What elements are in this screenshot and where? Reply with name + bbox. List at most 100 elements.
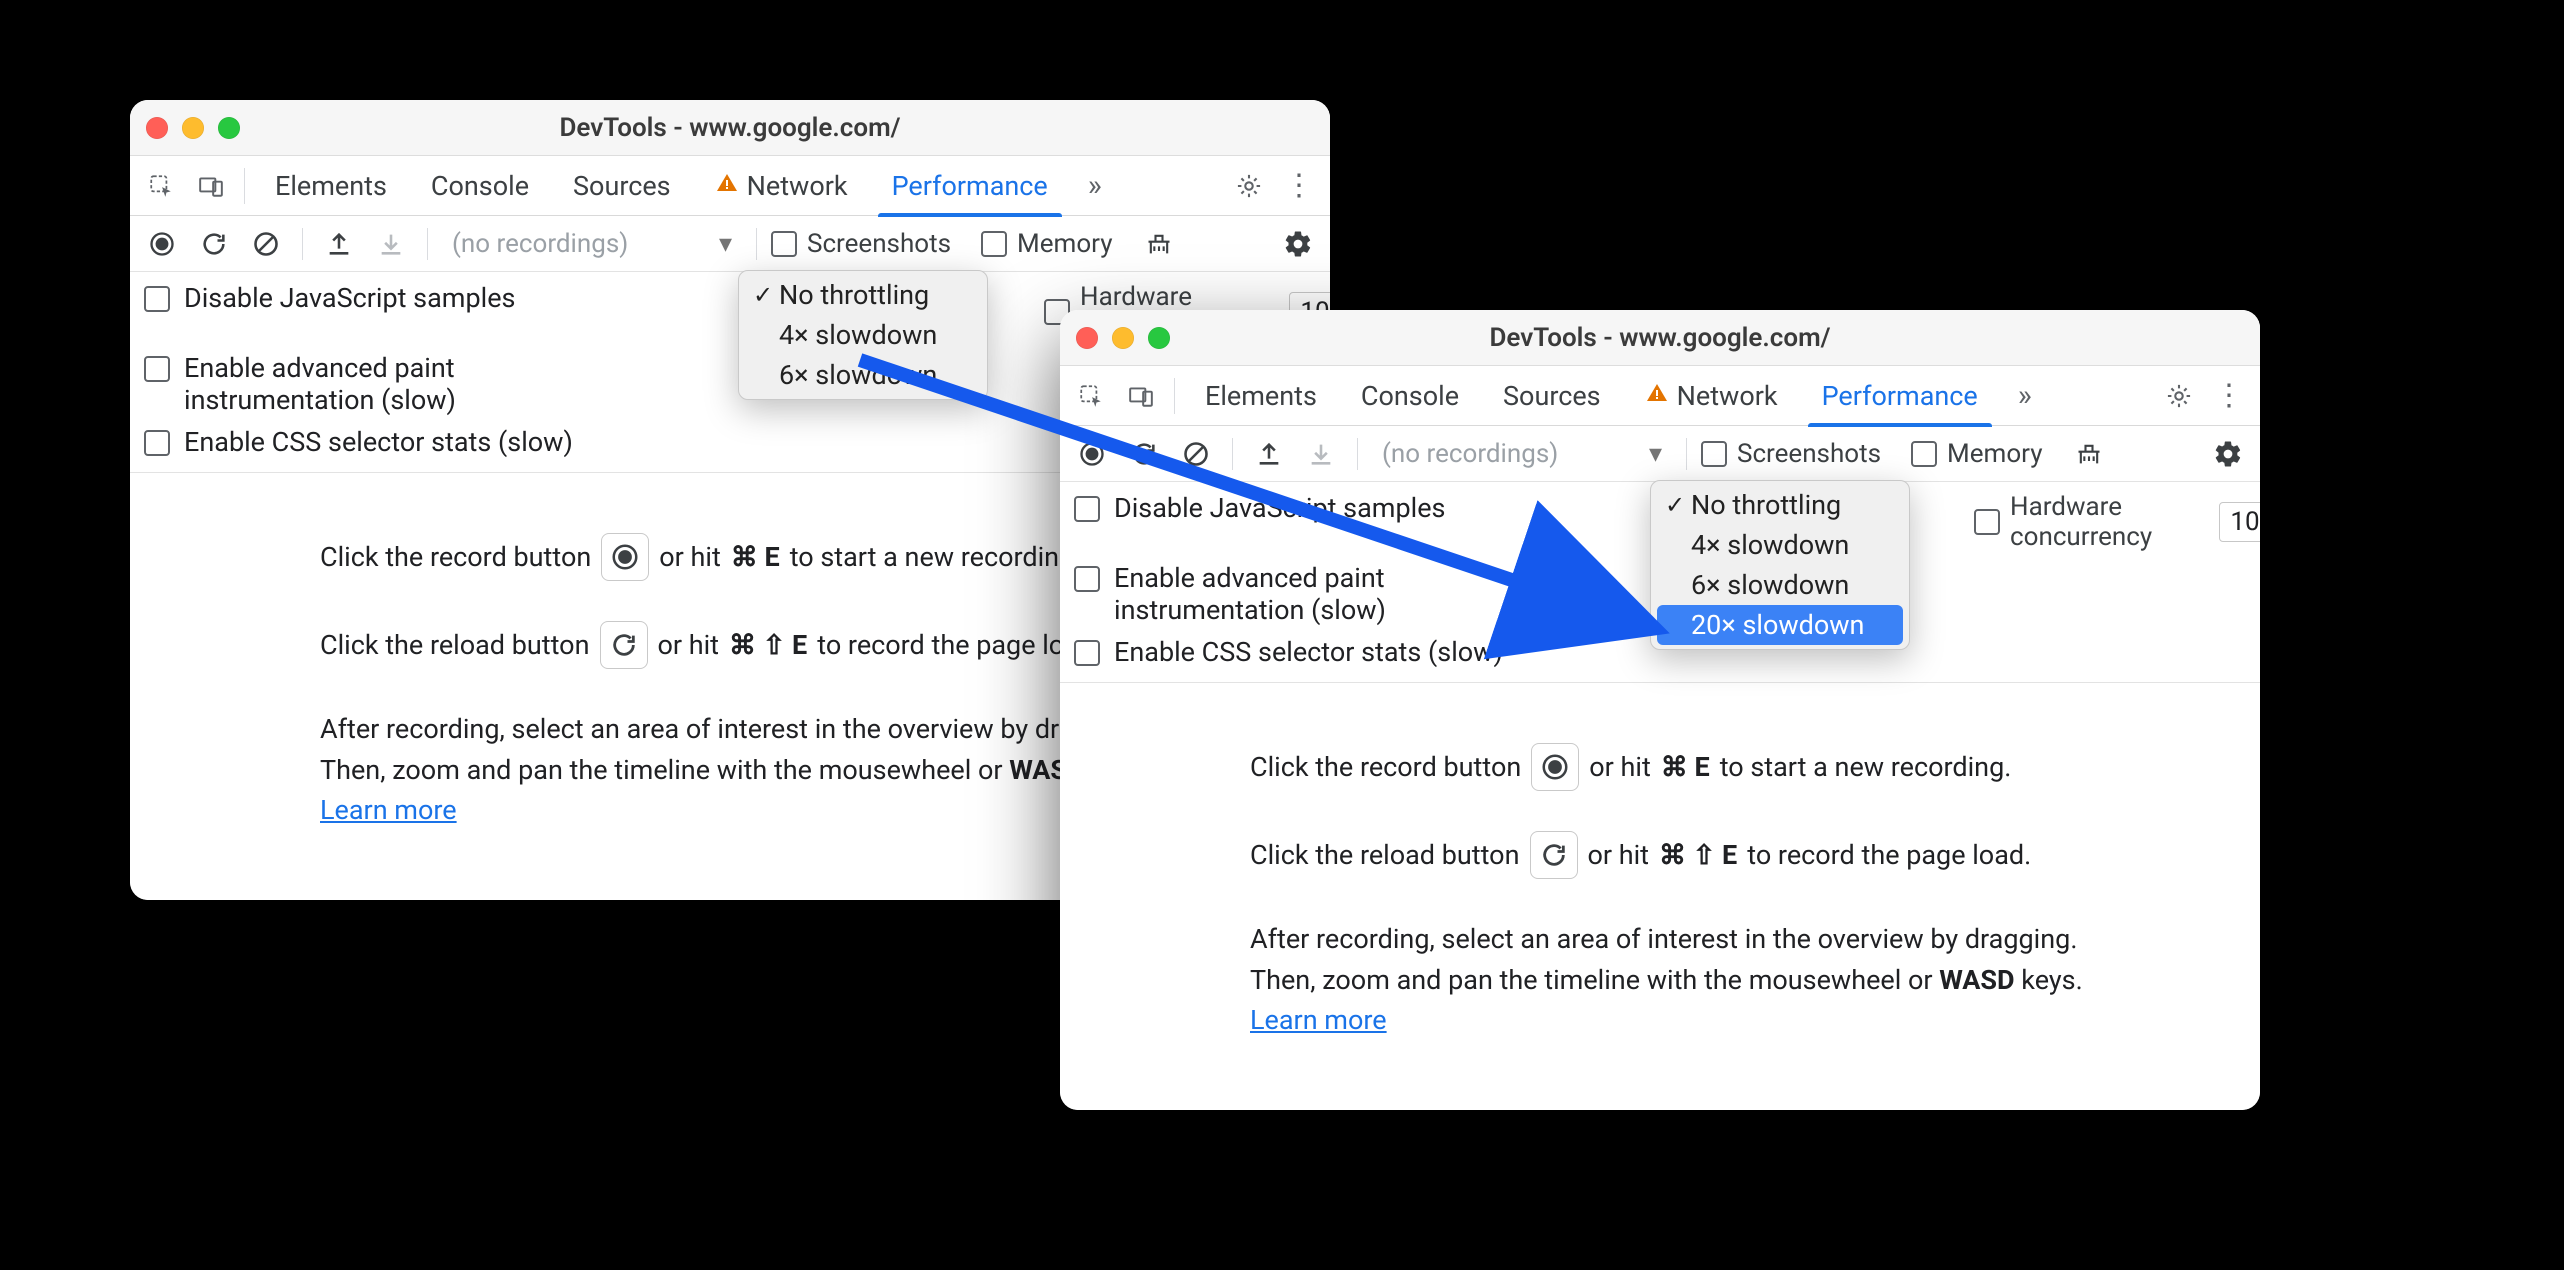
setting-label: Disable JavaScript samples xyxy=(1114,492,1445,524)
clear-button[interactable] xyxy=(244,222,288,266)
menu-item-6x[interactable]: 6× slowdown xyxy=(1651,565,1909,605)
kebab-menu-icon[interactable]: ⋮ xyxy=(2204,371,2254,421)
setting-label: Enable advanced paint instrumentation (s… xyxy=(1114,562,1474,626)
advanced-paint-checkbox[interactable]: Enable advanced paint instrumentation (s… xyxy=(1074,562,1554,626)
inspect-element-icon[interactable] xyxy=(136,161,186,211)
tab-performance[interactable]: Performance xyxy=(870,156,1070,216)
tab-sources[interactable]: Sources xyxy=(1481,366,1623,426)
settings-icon[interactable] xyxy=(1224,161,1274,211)
learn-more-link[interactable]: Learn more xyxy=(320,794,457,826)
memory-checkbox[interactable]: Memory xyxy=(981,229,1112,259)
titlebar[interactable]: DevTools - www.google.com/ xyxy=(130,100,1330,156)
capture-settings-icon[interactable] xyxy=(2206,432,2250,476)
devtools-window-after: DevTools - www.google.com/ Elements Cons… xyxy=(1060,310,2260,1110)
menu-item-4x[interactable]: 4× slowdown xyxy=(739,315,987,355)
zoom-window-button[interactable] xyxy=(1148,327,1170,349)
zoom-window-button[interactable] xyxy=(218,117,240,139)
screenshots-checkbox[interactable]: Screenshots xyxy=(1701,439,1881,469)
record-icon[interactable] xyxy=(601,533,649,581)
record-button[interactable] xyxy=(1070,432,1114,476)
tab-network[interactable]: Network xyxy=(1623,366,1800,426)
css-stats-checkbox[interactable]: Enable CSS selector stats (slow) xyxy=(144,426,624,458)
hw-value: 10 xyxy=(2230,507,2259,537)
hint-paragraph: After recording, select an area of inter… xyxy=(1250,919,2220,1041)
divider xyxy=(1174,378,1175,414)
hw-label: Hardware concurrency xyxy=(2010,492,2205,552)
advanced-paint-checkbox[interactable]: Enable advanced paint instrumentation (s… xyxy=(144,352,624,416)
upload-icon[interactable] xyxy=(1247,432,1291,476)
screenshots-checkbox[interactable]: Screenshots xyxy=(771,229,951,259)
reload-icon[interactable] xyxy=(1530,831,1578,879)
tab-network[interactable]: Network xyxy=(693,156,870,216)
close-window-button[interactable] xyxy=(1076,327,1098,349)
upload-icon[interactable] xyxy=(317,222,361,266)
devtools-tabstrip: Elements Console Sources Network Perform… xyxy=(1060,366,2260,426)
capture-settings-icon[interactable] xyxy=(1276,222,1320,266)
device-toolbar-icon[interactable] xyxy=(1116,371,1166,421)
hw-concurrency-input[interactable]: 10 xyxy=(2219,502,2260,542)
minimize-window-button[interactable] xyxy=(1112,327,1134,349)
performance-empty-state: Click the record button or hit ⌘ E to st… xyxy=(1060,683,2260,1081)
clear-button[interactable] xyxy=(1174,432,1218,476)
hint-text: Click the record button xyxy=(1250,747,1521,788)
tab-label: Sources xyxy=(573,170,671,202)
chevron-down-icon: ▾ xyxy=(719,229,732,259)
record-icon[interactable] xyxy=(1531,743,1579,791)
css-stats-checkbox[interactable]: Enable CSS selector stats (slow) xyxy=(1074,636,1554,668)
kebab-menu-icon[interactable]: ⋮ xyxy=(1274,161,1324,211)
tab-label: Elements xyxy=(1205,380,1317,412)
tab-sources[interactable]: Sources xyxy=(551,156,693,216)
menu-item-no-throttling[interactable]: ✓ No throttling xyxy=(1651,485,1909,525)
garbage-collect-icon[interactable] xyxy=(2067,432,2111,476)
keyboard-shortcut: ⌘ ⇧ E xyxy=(1659,835,1737,876)
disable-js-checkbox[interactable]: Disable JavaScript samples xyxy=(144,282,624,314)
recordings-select[interactable]: (no recordings) ▾ xyxy=(442,222,742,266)
hw-concurrency-checkbox[interactable]: Hardware concurrency xyxy=(1974,492,2205,552)
menu-item-4x[interactable]: 4× slowdown xyxy=(1651,525,1909,565)
settings-icon[interactable] xyxy=(2154,371,2204,421)
screenshots-label: Screenshots xyxy=(807,229,951,259)
tab-label: Network xyxy=(747,170,848,202)
learn-more-link[interactable]: Learn more xyxy=(1250,1004,1387,1036)
garbage-collect-icon[interactable] xyxy=(1137,222,1181,266)
warning-icon xyxy=(715,170,739,202)
close-window-button[interactable] xyxy=(146,117,168,139)
divider xyxy=(244,168,245,204)
recordings-select[interactable]: (no recordings) ▾ xyxy=(1372,432,1672,476)
inspect-element-icon[interactable] xyxy=(1066,371,1116,421)
tab-elements[interactable]: Elements xyxy=(1183,366,1339,426)
tab-console[interactable]: Console xyxy=(409,156,551,216)
more-tabs-button[interactable]: » xyxy=(1070,161,1120,211)
cpu-throttle-menu[interactable]: ✓ No throttling 4× slowdown 6× slowdown … xyxy=(1650,480,1910,650)
menu-item-no-throttling[interactable]: ✓ No throttling xyxy=(739,275,987,315)
hint-text: to record the page load. xyxy=(1747,835,2031,876)
download-icon[interactable] xyxy=(369,222,413,266)
device-toolbar-icon[interactable] xyxy=(186,161,236,211)
divider xyxy=(427,228,428,260)
menu-item-6x[interactable]: 6× slowdown xyxy=(739,355,987,395)
reload-record-button[interactable] xyxy=(1122,432,1166,476)
divider xyxy=(1357,438,1358,470)
reload-record-button[interactable] xyxy=(192,222,236,266)
reload-icon[interactable] xyxy=(600,621,648,669)
tab-performance[interactable]: Performance xyxy=(1800,366,2000,426)
disable-js-checkbox[interactable]: Disable JavaScript samples xyxy=(1074,492,1554,524)
menu-item-label: 4× slowdown xyxy=(1691,529,1849,561)
more-tabs-button[interactable]: » xyxy=(2000,371,2050,421)
menu-item-20x[interactable]: 20× slowdown xyxy=(1657,605,1903,645)
titlebar[interactable]: DevTools - www.google.com/ xyxy=(1060,310,2260,366)
minimize-window-button[interactable] xyxy=(182,117,204,139)
hint-text: to record the page load. xyxy=(817,625,1101,666)
divider xyxy=(1232,438,1233,470)
tab-console[interactable]: Console xyxy=(1339,366,1481,426)
warning-icon xyxy=(1645,380,1669,412)
tab-elements[interactable]: Elements xyxy=(253,156,409,216)
memory-checkbox[interactable]: Memory xyxy=(1911,439,2042,469)
hint-text: Click the reload button xyxy=(1250,835,1520,876)
tab-label: Sources xyxy=(1503,380,1601,412)
recordings-placeholder: (no recordings) xyxy=(452,229,628,259)
record-button[interactable] xyxy=(140,222,184,266)
hint-text: Click the record button xyxy=(320,537,591,578)
download-icon[interactable] xyxy=(1299,432,1343,476)
cpu-throttle-menu[interactable]: ✓ No throttling 4× slowdown 6× slowdown xyxy=(738,270,988,400)
